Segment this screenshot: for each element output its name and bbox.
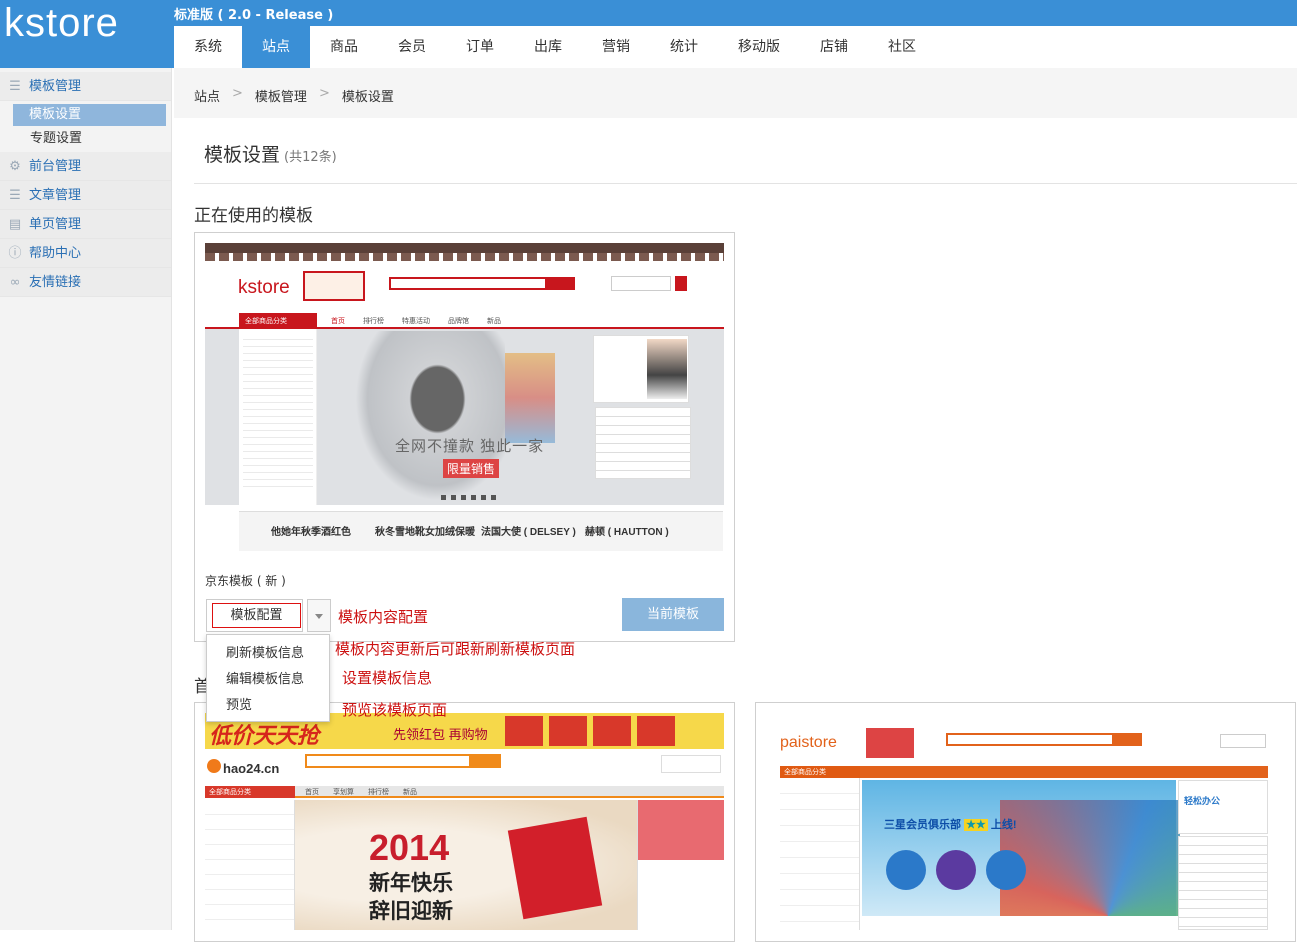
nav-stats[interactable]: 统计 — [650, 26, 718, 68]
thumb-tabs: 首页 排行榜 特惠活动 品牌馆 新品 — [331, 317, 501, 325]
app-logo[interactable]: kstore — [0, 0, 172, 68]
page-count: (共12条) — [284, 150, 337, 165]
divider — [194, 183, 1297, 184]
sidebar-item-topic-settings[interactable]: 专题设置 — [0, 128, 171, 152]
menu-item-refresh[interactable]: 刷新模板信息 — [207, 641, 329, 667]
nav-site[interactable]: 站点 — [242, 26, 310, 68]
sidebar-group-label: 帮助中心 — [29, 246, 82, 261]
page-title: 模板设置 (共12条) — [204, 140, 337, 167]
nav-store[interactable]: 店铺 — [800, 26, 868, 68]
thumb-product: 他她年秋季酒红色 — [271, 527, 351, 538]
thumb-product: 秋冬雪地靴女加绒保暖 — [375, 527, 475, 538]
nav-goods[interactable]: 商品 — [310, 26, 378, 68]
menu-item-edit[interactable]: 编辑模板信息 — [207, 667, 329, 693]
annotation-preview: 预览该模板页面 — [342, 701, 448, 719]
page-icon: ▤ — [8, 217, 22, 232]
annotation-config: 模板内容配置 — [338, 608, 429, 626]
thumb-banner-text: 全网不撞款 独此一家 — [395, 438, 545, 455]
gear-icon: ⚙ — [9, 159, 21, 174]
template-thumbnail[interactable]: 低价天天抢 先领红包 再购物 hao24.cn 全部商品分类 首页 享划算 排行… — [205, 713, 724, 930]
thumb-category: 全部商品分类 — [239, 313, 317, 329]
sidebar-group-label: 前台管理 — [29, 159, 82, 174]
sidebar-group-pages[interactable]: ▤ 单页管理 — [0, 210, 171, 239]
breadcrumb-item[interactable]: 站点 — [194, 86, 220, 105]
thumb-logo: paistore — [780, 734, 837, 751]
template-name: 京东模板 ( 新 ) — [205, 574, 286, 588]
sidebar-group-label: 友情链接 — [29, 275, 82, 290]
menu-item-preview[interactable]: 预览 — [207, 693, 329, 719]
thumb-badge-icon: ★★ — [964, 819, 988, 831]
thumb-promo-sub: 先领红包 再购物 — [393, 727, 488, 742]
template-action-menu: 刷新模板信息 编辑模板信息 预览 — [206, 634, 330, 722]
nav-member[interactable]: 会员 — [378, 26, 446, 68]
nav-order[interactable]: 订单 — [446, 26, 514, 68]
thumb-product: 赫顿 ( HAUTTON ) — [585, 527, 669, 538]
breadcrumb-separator-icon: > — [232, 86, 243, 101]
template-config-button[interactable]: 模板配置 — [206, 599, 303, 632]
thumb-banner-year: 2014 — [369, 827, 450, 868]
thumb-tabs: 首页 享划算 排行榜 新品 — [305, 788, 417, 796]
page-title-text: 模板设置 — [204, 144, 281, 166]
sidebar-group-help[interactable]: ⓘ 帮助中心 — [0, 239, 171, 268]
list-icon: ☰ — [9, 79, 21, 94]
thumb-category: 全部商品分类 — [780, 766, 860, 778]
section-current-label: 正在使用的模板 — [194, 206, 313, 226]
thumb-product: 法国大使 ( DELSEY ) — [481, 527, 576, 538]
nav-marketing[interactable]: 营销 — [582, 26, 650, 68]
current-template-thumbnail[interactable]: kstore 全部商品分类 首页 排行榜 特惠活动 品牌馆 新品 全网不撞款 独… — [205, 243, 724, 551]
sidebar-group-frontend[interactable]: ⚙ 前台管理 — [0, 152, 171, 181]
thumb-side-title: 轻松办公 — [1184, 796, 1221, 806]
thumb-logo: hao24.cn — [223, 761, 280, 776]
thumb-banner-line: 辞旧迎新 — [369, 900, 453, 923]
thumb-sale-text: 限量销售 — [443, 459, 500, 478]
nav-community[interactable]: 社区 — [868, 26, 936, 68]
thumb-category: 全部商品分类 — [205, 786, 295, 798]
breadcrumb: 站点 > 模板管理 > 模板设置 — [194, 86, 394, 105]
template-config-label: 模板配置 — [212, 603, 301, 628]
sidebar-group-links[interactable]: ∞ 友情链接 — [0, 268, 171, 297]
sidebar-group-label: 文章管理 — [29, 188, 82, 203]
sidebar-group-articles[interactable]: ☰ 文章管理 — [0, 181, 171, 210]
sidebar-group-label: 模板管理 — [29, 79, 82, 94]
main-nav: 系统 站点 商品 会员 订单 出库 营销 统计 移动版 店铺 社区 — [174, 26, 936, 68]
link-icon: ∞ — [9, 275, 21, 290]
current-template-button: 当前模板 — [622, 598, 724, 631]
breadcrumb-separator-icon: > — [318, 86, 330, 101]
version-label: 标准版 ( 2.0 - Release ) — [174, 8, 334, 23]
annotation-refresh: 模板内容更新后可跟新刷新模板页面 — [335, 640, 576, 658]
breadcrumb-item: 模板设置 — [341, 90, 394, 105]
info-icon: ⓘ — [8, 246, 22, 261]
nav-outbound[interactable]: 出库 — [514, 26, 582, 68]
sidebar: ☰ 模板管理 模板设置 专题设置 ⚙ 前台管理 ☰ 文章管理 ▤ 单页管理 ⓘ … — [0, 68, 172, 930]
thumb-banner-line: 新年快乐 — [369, 872, 453, 895]
annotation-edit: 设置模板信息 — [342, 669, 433, 687]
thumb-banner-text: 三星会员俱乐部 ★★ 上线! — [884, 819, 1017, 831]
breadcrumb-bar: 站点 > 模板管理 > 模板设置 — [174, 68, 1297, 118]
thumb-promo: 低价天天抢 — [209, 723, 320, 748]
sidebar-group-label: 单页管理 — [29, 217, 82, 232]
nav-mobile[interactable]: 移动版 — [718, 26, 800, 68]
template-thumbnail[interactable]: paistore 全部商品分类 三星会员俱乐部 ★★ 上线! 轻松办公 — [780, 720, 1270, 930]
sidebar-group-template[interactable]: ☰ 模板管理 — [0, 72, 171, 101]
breadcrumb-item[interactable]: 模板管理 — [255, 86, 307, 105]
thumb-logo: kstore — [238, 277, 290, 298]
chevron-down-icon[interactable] — [307, 599, 331, 632]
article-icon: ☰ — [9, 188, 21, 203]
nav-system[interactable]: 系统 — [174, 26, 242, 68]
sidebar-item-template-settings[interactable]: 模板设置 — [13, 104, 166, 126]
